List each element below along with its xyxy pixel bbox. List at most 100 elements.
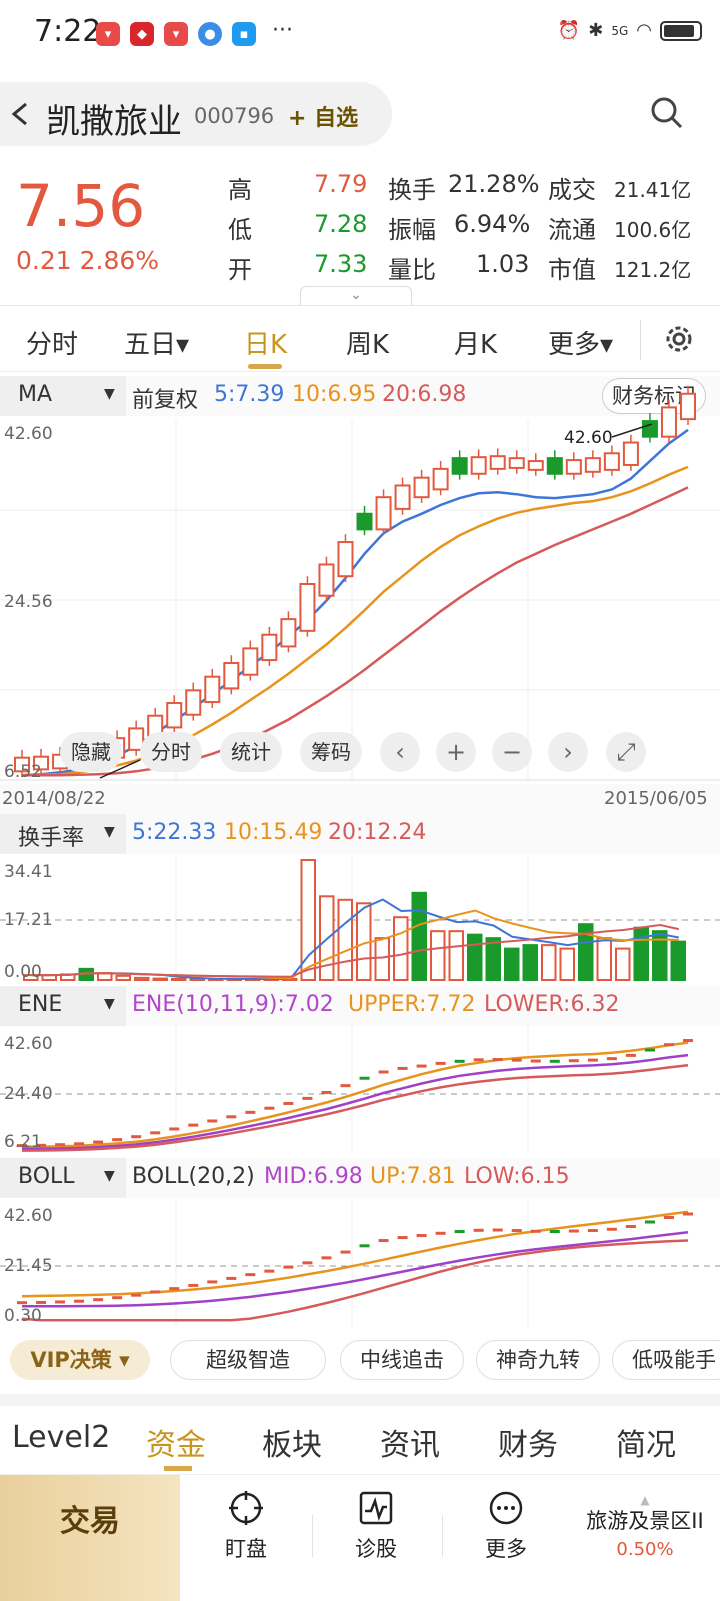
candle	[413, 476, 430, 499]
sector-index-button[interactable]: ▲ 旅游及景区II 0.50%	[570, 1494, 720, 1560]
candle	[223, 662, 240, 690]
ma-lines	[21, 428, 689, 777]
ene-candle	[340, 1084, 351, 1088]
sector-percent: 0.50%	[616, 1539, 674, 1560]
boll-mid: MID:6.98	[264, 1164, 363, 1189]
stats-button[interactable]: 统计	[220, 732, 282, 772]
turnover-bar	[134, 976, 150, 982]
feature-pill[interactable]: 中线追击	[340, 1340, 464, 1380]
active-tab-indicator	[164, 1466, 192, 1471]
caret-down-icon: ▼	[104, 824, 115, 840]
candle	[565, 459, 582, 475]
ene-candle	[644, 1048, 655, 1052]
turnover-ma5: 5:22.33	[132, 820, 217, 845]
ene-chart	[17, 1039, 693, 1152]
ene-candle	[473, 1058, 484, 1062]
candle	[546, 457, 563, 475]
chevron-left-icon: ‹	[395, 738, 405, 766]
tab-finance[interactable]: 财务	[498, 1420, 558, 1464]
candle	[261, 633, 278, 662]
boll-params: BOLL(20,2)	[132, 1164, 255, 1189]
boll-candle	[131, 1293, 142, 1297]
ene-selector[interactable]: ENE ▼	[0, 986, 126, 1026]
boll-indicator-bar: BOLL ▼ BOLL(20,2) MID:6.98 UP:7.81 LOW:6…	[0, 1158, 720, 1198]
ene-indicator-bar: ENE ▼ ENE(10,11,9):7.02 UPPER:7.72 LOWER…	[0, 986, 720, 1026]
boll-candle	[150, 1290, 161, 1294]
kline-chart-area[interactable]	[0, 0, 720, 1334]
ene-y-mid: 24.40	[4, 1084, 53, 1104]
y-axis-top: 42.60	[4, 424, 53, 444]
candle	[280, 618, 297, 648]
bottom-nav: 交易 盯盘 诊股 更多 ▲ 旅游及景区II 0.50%	[0, 1474, 720, 1601]
boll-candle	[321, 1256, 332, 1260]
ene-lower: LOWER:6.32	[484, 992, 620, 1017]
ene-candle	[549, 1059, 560, 1063]
feature-pill[interactable]: 超级智造	[170, 1340, 326, 1380]
ene-candle	[435, 1061, 446, 1065]
turnover-bar	[522, 944, 538, 981]
intraday-button[interactable]: 分时	[140, 732, 202, 772]
boll-candle	[435, 1231, 446, 1235]
date-axis: 2014/08/22 2015/06/05	[0, 784, 720, 814]
turnover-bar	[411, 891, 427, 981]
turnover-ma10: 10:15.49	[224, 820, 323, 845]
feature-pill[interactable]: 神奇九转	[476, 1340, 600, 1380]
boll-candle	[530, 1229, 541, 1233]
ene-name: ENE	[18, 992, 63, 1017]
ene-line	[21, 1064, 689, 1152]
boll-candle	[340, 1250, 351, 1254]
ene-candle	[169, 1127, 180, 1131]
ene-candle	[397, 1066, 408, 1070]
candle	[527, 460, 544, 471]
ene-candle	[625, 1053, 636, 1057]
vip-decision-button[interactable]: VIP决策 ▾	[10, 1340, 150, 1380]
turnover-bar	[393, 916, 409, 981]
ene-candle	[93, 1140, 104, 1144]
ene-line	[21, 1053, 689, 1151]
more-button[interactable]: 更多	[446, 1489, 566, 1563]
ene-candle	[511, 1058, 522, 1062]
candle	[242, 647, 259, 676]
tab-news[interactable]: 资讯	[380, 1420, 440, 1464]
chips-button[interactable]: 筹码	[300, 732, 362, 772]
turnover-selector[interactable]: 换手率 ▼	[0, 814, 126, 854]
diagnose-button[interactable]: 诊股	[316, 1489, 436, 1563]
boll-y-mid: 21.45	[4, 1256, 53, 1276]
scroll-left-button[interactable]: ‹	[380, 732, 420, 772]
tab-funds[interactable]: 资金	[146, 1420, 206, 1464]
feature-pill[interactable]: 低吸能手	[612, 1340, 720, 1380]
turnover-bar	[337, 898, 353, 982]
boll-name: BOLL	[18, 1164, 75, 1189]
turnover-name: 换手率	[18, 826, 85, 851]
turnover-bar	[596, 937, 612, 981]
boll-candle	[568, 1229, 579, 1233]
candle	[603, 452, 620, 471]
turnover-bar	[652, 930, 668, 982]
boll-selector[interactable]: BOLL ▼	[0, 1158, 126, 1198]
ene-params: ENE(10,11,9):7.02	[132, 992, 334, 1017]
ene-candle	[264, 1106, 275, 1110]
chevron-right-icon: ›	[563, 738, 573, 766]
turnover-y-mid: 17.21	[4, 910, 53, 930]
ma-line-10	[21, 465, 689, 777]
boll-candle	[606, 1227, 617, 1231]
tab-profile[interactable]: 简况	[616, 1420, 676, 1464]
scroll-right-button[interactable]: ›	[548, 732, 588, 772]
fullscreen-button[interactable]: ⤢	[606, 732, 646, 772]
more-dots-icon	[489, 1491, 523, 1525]
zoom-out-button[interactable]: −	[492, 732, 532, 772]
boll-y-bottom: 0.30	[4, 1306, 42, 1326]
max-price-note: 42.60	[564, 428, 613, 448]
watch-button[interactable]: 盯盘	[186, 1489, 306, 1563]
zoom-in-button[interactable]: +	[436, 732, 476, 772]
turnover-bar	[115, 974, 131, 982]
tab-sector[interactable]: 板块	[262, 1420, 322, 1464]
tab-level2[interactable]: Level2	[12, 1420, 110, 1455]
candle	[204, 675, 221, 704]
ene-y-bottom: 6.21	[4, 1132, 42, 1152]
boll-candle	[55, 1300, 66, 1304]
hide-button[interactable]: 隐藏	[60, 732, 122, 772]
trade-button[interactable]: 交易	[0, 1475, 180, 1601]
turnover-bar	[374, 937, 390, 981]
ene-candle	[112, 1138, 123, 1142]
